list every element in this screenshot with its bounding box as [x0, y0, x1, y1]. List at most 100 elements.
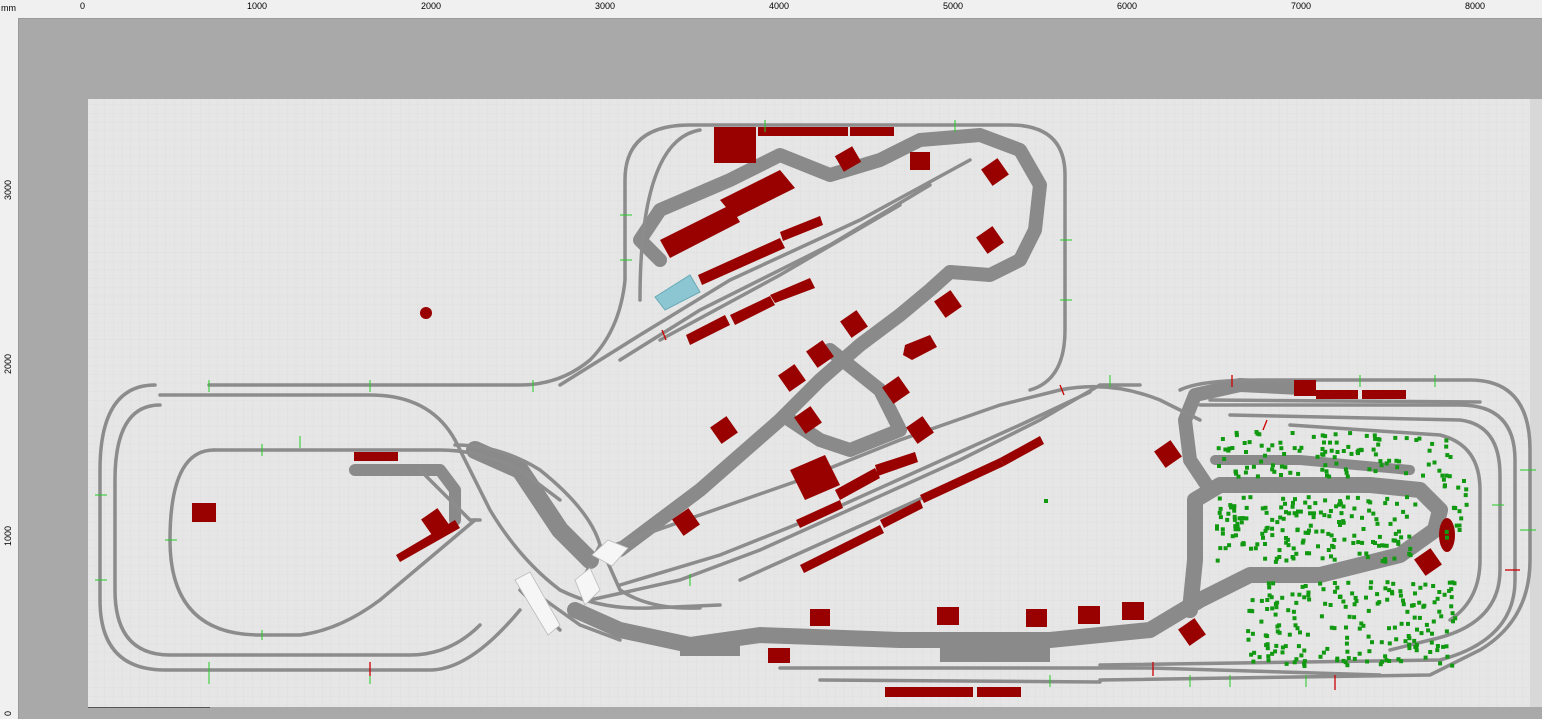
ruler-x-label: 4000 [769, 1, 790, 11]
tree [1217, 510, 1222, 515]
tree [1263, 542, 1267, 546]
tree [1239, 520, 1244, 525]
tree [1264, 510, 1269, 515]
tree [1372, 433, 1377, 438]
tree [1356, 540, 1361, 545]
tree [1328, 440, 1332, 445]
tree [1293, 623, 1298, 628]
track-layout-board[interactable] [19, 19, 1542, 719]
tree [1259, 459, 1264, 464]
tree [1344, 641, 1349, 646]
tree [1385, 496, 1390, 501]
tree [1365, 659, 1370, 664]
tree [1435, 644, 1440, 648]
tree [1329, 554, 1333, 559]
design-canvas[interactable] [19, 19, 1542, 719]
tree [1406, 621, 1410, 626]
tree [1297, 448, 1302, 453]
tree [1230, 534, 1235, 539]
tree [1350, 591, 1355, 596]
tree [1318, 654, 1323, 659]
tree [1302, 648, 1307, 653]
ruler-x-label: 6000 [1117, 1, 1138, 11]
tree [1396, 657, 1401, 662]
tree [1397, 529, 1401, 534]
tree [1307, 597, 1312, 602]
tree [1349, 514, 1354, 519]
tree [1329, 533, 1334, 538]
tree [1264, 526, 1269, 531]
tree [1432, 600, 1437, 605]
tree [1405, 495, 1409, 500]
tree [1323, 601, 1328, 606]
tree [1345, 635, 1350, 640]
tree [1323, 463, 1328, 468]
tree [1294, 551, 1299, 556]
tree [1457, 509, 1462, 514]
tree [1223, 546, 1228, 551]
tree [1342, 537, 1347, 542]
tree [1233, 527, 1238, 532]
tree [1216, 446, 1221, 451]
tree [1290, 555, 1295, 559]
tree [1452, 506, 1457, 511]
tree [1426, 628, 1431, 633]
tree [1346, 580, 1351, 585]
tree [1376, 442, 1381, 447]
tree [1246, 629, 1251, 634]
tree [1374, 517, 1379, 522]
tree [1270, 517, 1275, 522]
tree [1265, 598, 1270, 602]
tree [1358, 447, 1363, 452]
tree [1439, 614, 1444, 619]
tree [1349, 451, 1354, 456]
tree [1280, 528, 1285, 533]
tree [1387, 626, 1391, 631]
tree [1290, 504, 1295, 509]
tree [1275, 624, 1280, 629]
tree [1348, 431, 1353, 436]
tree [1306, 495, 1311, 500]
tree [1257, 655, 1262, 660]
tree [1407, 636, 1412, 641]
tree [1270, 526, 1275, 531]
tree [1279, 464, 1284, 469]
tree [1328, 603, 1333, 607]
tree [1427, 448, 1432, 453]
tree [1244, 450, 1248, 454]
tree [1295, 527, 1300, 532]
tree [1332, 538, 1337, 542]
tree [1463, 493, 1468, 498]
tree [1263, 556, 1268, 561]
tree [1220, 531, 1225, 536]
tree [1392, 517, 1397, 522]
tree [1373, 436, 1378, 441]
tree [1322, 513, 1327, 518]
tree [1255, 542, 1260, 547]
tree [1311, 515, 1316, 520]
tree [1326, 548, 1331, 552]
tree [1234, 433, 1239, 438]
tree [1398, 589, 1403, 594]
tree [1371, 447, 1376, 452]
tree [1308, 511, 1312, 516]
tree [1377, 534, 1382, 539]
tree [1271, 581, 1276, 586]
tree [1314, 529, 1319, 534]
tree [1282, 452, 1287, 456]
tree [1044, 499, 1048, 503]
tree [1419, 631, 1424, 636]
tree [1218, 546, 1223, 551]
tree [1244, 505, 1249, 510]
tree [1296, 471, 1301, 476]
tree [1263, 505, 1268, 510]
tree [1357, 651, 1362, 656]
tree [1305, 632, 1310, 637]
tree [1306, 593, 1311, 598]
tree [1263, 633, 1268, 638]
ruler-x-label: 0 [80, 1, 86, 11]
tree [1388, 521, 1393, 526]
tree [1280, 595, 1285, 600]
tree [1462, 479, 1466, 483]
tree [1278, 515, 1283, 520]
